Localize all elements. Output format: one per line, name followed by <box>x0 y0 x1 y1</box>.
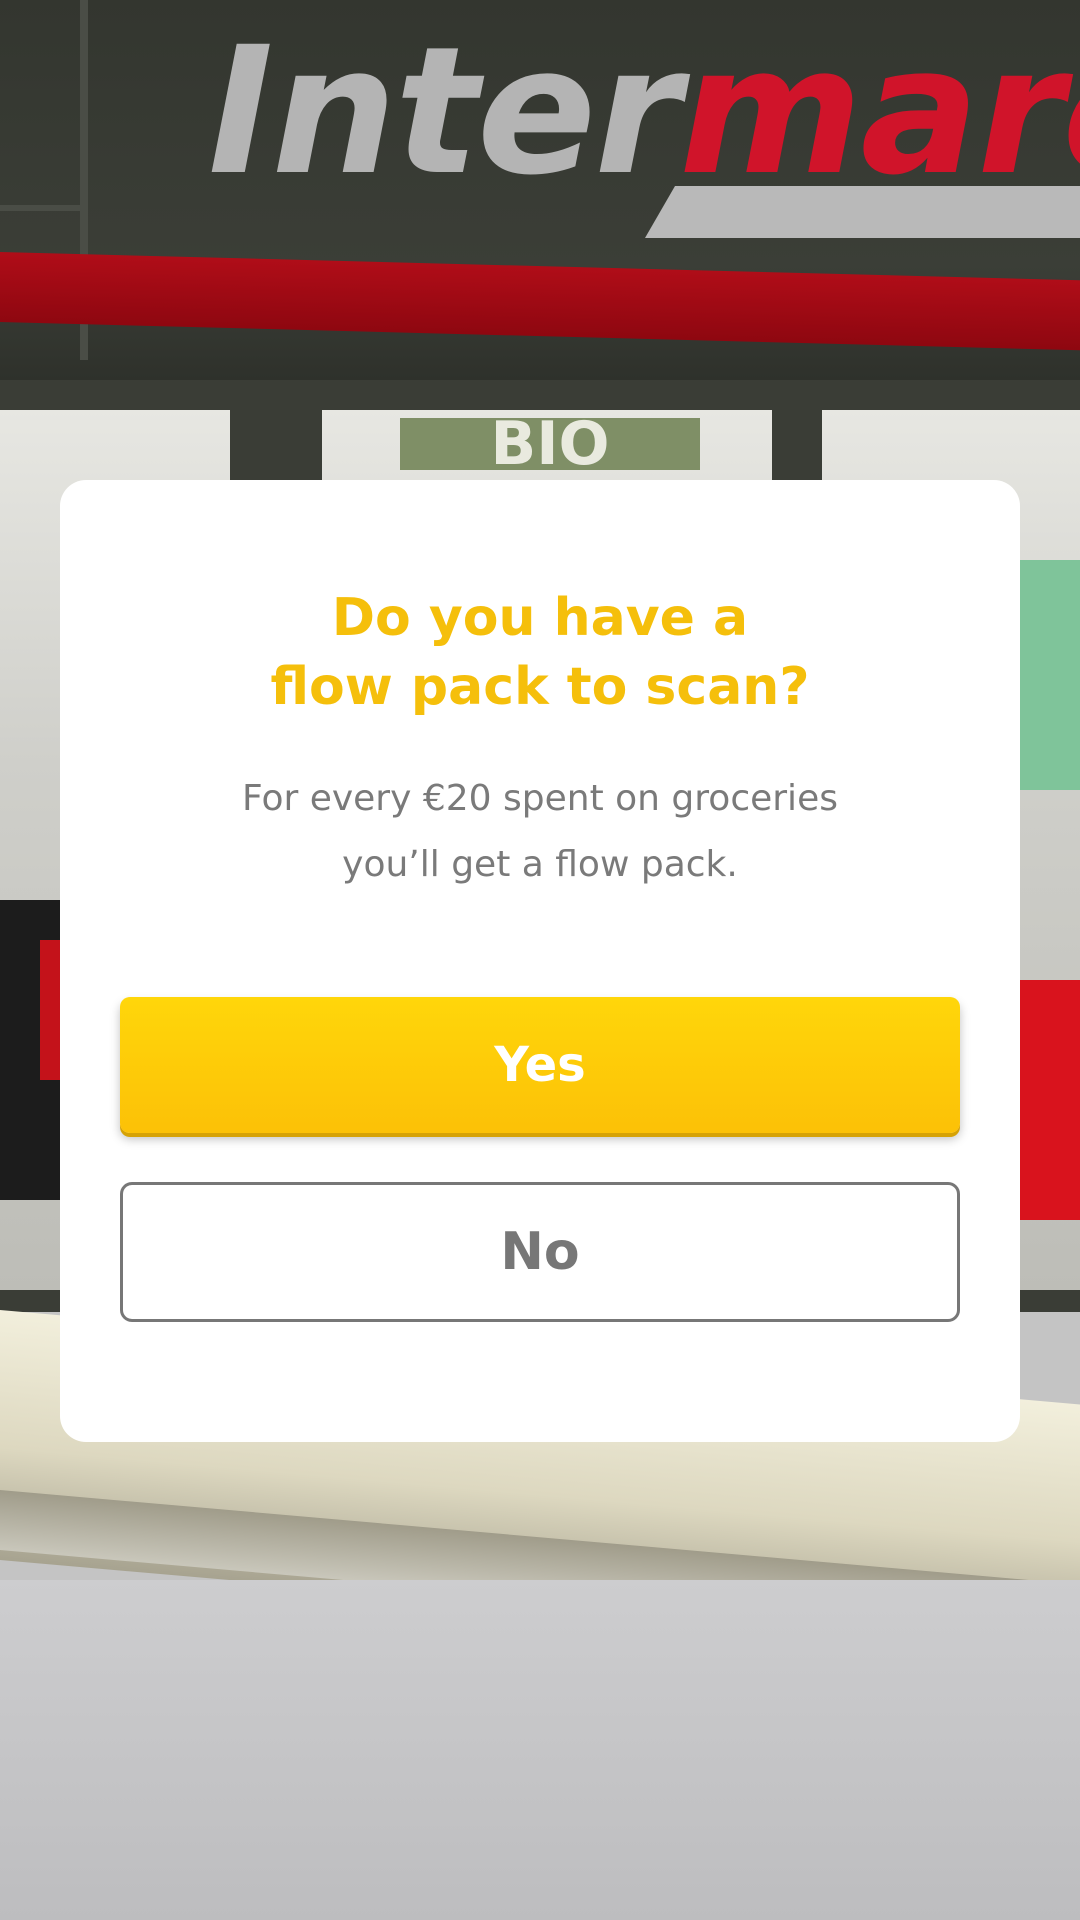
no-button[interactable]: No <box>120 1182 960 1322</box>
dialog-description: For every €20 spent on groceries you’ll … <box>120 766 960 898</box>
store-logo: Intermarc <box>208 0 1080 200</box>
screen: BIO Intermarc Do you have a flow pack to… <box>0 0 1080 1920</box>
store-logo-part1: Inter <box>208 9 681 214</box>
dialog-title-line2: flow pack to scan? <box>270 657 810 717</box>
dialog-description-line2: you’ll get a flow pack. <box>342 844 738 885</box>
window-sign: BIO <box>400 418 700 470</box>
yes-button[interactable]: Yes <box>120 997 960 1133</box>
dialog-description-line1: For every €20 spent on groceries <box>242 778 838 819</box>
floor <box>0 1580 1080 1920</box>
dialog-title: Do you have a flow pack to scan? <box>120 584 960 722</box>
dialog-title-line1: Do you have a <box>331 588 749 648</box>
flow-pack-dialog: Do you have a flow pack to scan? For eve… <box>60 480 1020 1442</box>
store-logo-part2: marc <box>679 9 1080 214</box>
sign-divider <box>0 205 88 211</box>
